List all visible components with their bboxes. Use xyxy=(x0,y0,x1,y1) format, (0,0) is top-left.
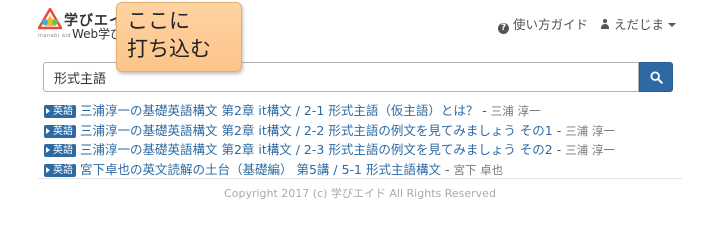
question-circle-icon: ? xyxy=(498,23,509,34)
caret-down-icon xyxy=(668,23,677,27)
callout-text: ここに 打ち込む xyxy=(127,9,211,61)
subject-badge: 英語 xyxy=(44,144,76,157)
result-link[interactable]: 三浦淳一の基礎英語構文 第2章 it構文 / 2-3 形式主語の例文を見てみまし… xyxy=(80,142,553,157)
result-author: 三浦 淳一 xyxy=(565,143,615,157)
user-name: えだじま xyxy=(614,17,665,32)
result-link[interactable]: 三浦淳一の基礎英語構文 第2章 it構文 / 2-1 形式主語（仮主語）とは？ xyxy=(80,103,478,118)
result-author: 宮下 卓也 xyxy=(453,162,504,177)
play-arrow-icon xyxy=(46,127,50,134)
result-item: 英語 三浦淳一の基礎英語構文 第2章 it構文 / 2-2 形式主語の例文を見てみ… xyxy=(44,121,684,141)
user-icon xyxy=(600,19,610,30)
play-arrow-icon xyxy=(46,147,50,153)
subject-badge: 英語 xyxy=(44,105,76,118)
instruction-callout: ここに 打ち込む xyxy=(116,2,242,72)
subject-badge: 英語 xyxy=(44,124,76,138)
logo-mark-icon xyxy=(38,8,62,30)
author-separator: - xyxy=(552,122,566,138)
result-author: 三浦 淳一 xyxy=(490,104,541,118)
user-menu[interactable]: えだじま xyxy=(600,14,677,33)
author-separator: - xyxy=(440,161,454,177)
result-item: 英語 三浦淳一の基礎英語構文 第2章 it構文 / 2-1 形式主語（仮主語）とは… xyxy=(44,101,684,121)
play-arrow-icon xyxy=(46,166,50,173)
author-separator: - xyxy=(478,103,491,118)
copyright-footer: Copyright 2017 (c) 学びエイド All Rights Rese… xyxy=(224,187,496,200)
search-button[interactable] xyxy=(639,62,673,92)
search-icon xyxy=(650,71,663,84)
footer-divider xyxy=(38,178,682,179)
logo-tagline: manabi aid xyxy=(38,33,71,39)
result-author: 三浦 淳一 xyxy=(565,123,615,138)
guide-link[interactable]: ? 使い方ガイド xyxy=(498,14,588,34)
guide-link-label: 使い方ガイド xyxy=(513,17,589,32)
play-arrow-icon xyxy=(46,108,50,114)
author-separator: - xyxy=(552,142,566,157)
subject-badge-label: 英語 xyxy=(53,164,73,176)
subject-badge-label: 英語 xyxy=(53,106,73,117)
result-item: 英語 宮下卓也の英文読解の土台（基礎編） 第5講 / 5-1 形式主語構文 - 宮… xyxy=(44,160,684,180)
subject-badge-label: 英語 xyxy=(53,145,73,156)
result-item: 英語 三浦淳一の基礎英語構文 第2章 it構文 / 2-3 形式主語の例文を見てみ… xyxy=(44,140,684,160)
result-link[interactable]: 三浦淳一の基礎英語構文 第2章 it構文 / 2-2 形式主語の例文を見てみまし… xyxy=(80,123,553,138)
result-link[interactable]: 宮下卓也の英文読解の土台（基礎編） 第5講 / 5-1 形式主語構文 xyxy=(80,162,441,177)
search-results: 英語 三浦淳一の基礎英語構文 第2章 it構文 / 2-1 形式主語（仮主語）とは… xyxy=(44,101,684,179)
subject-badge-label: 英語 xyxy=(53,125,73,137)
subject-badge: 英語 xyxy=(44,163,76,177)
